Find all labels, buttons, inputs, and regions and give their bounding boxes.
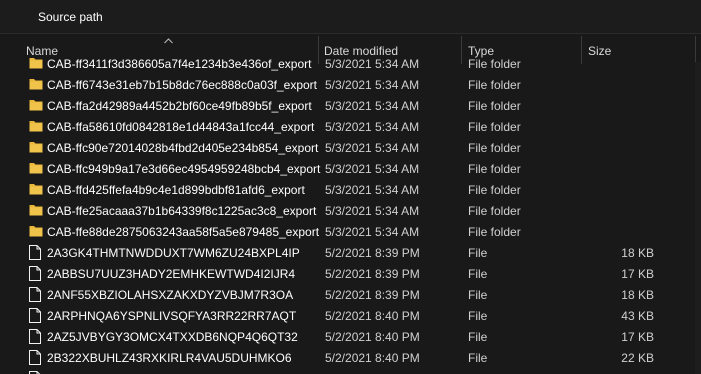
file-size: 18 KB	[621, 246, 654, 260]
file-row[interactable]: 2ANF55XBZIOLAHSXZAKXDYZVBJM7R3OA 5/2/2021…	[0, 284, 701, 305]
date-modified: 5/2/2021 8:40 PM	[325, 351, 420, 365]
file-row[interactable]: 2A3GK4THMTNWDDUXT7WM6ZU24BXPL4IP 5/2/2021…	[0, 242, 701, 263]
file-size: 43 KB	[621, 309, 654, 323]
file-name: CAB-ff3411f3d386605a7f4e1234b3e436of_exp…	[47, 58, 312, 71]
file-type: File	[468, 267, 488, 281]
title-divider	[0, 33, 701, 34]
file-row[interactable]: 2AZ5JVBYGY3OMCX4TXXDB6NQP4Q6QT32 5/2/2021…	[0, 326, 701, 347]
file-type: File folder	[468, 225, 521, 239]
file-row[interactable]: CAB-ffa58610fd0842818e1d44843a1fcc44_exp…	[0, 116, 701, 137]
file-icon	[29, 308, 43, 323]
date-modified: 5/2/2021 8:39 PM	[325, 267, 420, 281]
file-name: 2B322XBUHLZ43RXKIRLR4VAU5DUHMKO6	[47, 351, 292, 365]
file-type: File	[468, 351, 488, 365]
file-type: File folder	[468, 78, 521, 92]
date-modified: 5/3/2021 5:34 AM	[325, 58, 420, 71]
file-type: File folder	[468, 204, 521, 218]
column-header-name[interactable]: Name	[26, 44, 58, 58]
date-modified: 5/3/2021 5:34 AM	[325, 99, 420, 113]
file-row[interactable]: CAB-ff3411f3d386605a7f4e1234b3e436of_exp…	[0, 58, 701, 74]
file-type: File	[468, 288, 488, 302]
file-icon	[29, 287, 43, 302]
file-type: File folder	[468, 120, 521, 134]
file-name: CAB-ffe25acaaa37b1b64339f8c1225ac3c8_exp…	[47, 204, 317, 218]
file-icon	[29, 329, 43, 344]
date-modified: 5/2/2021 8:39 PM	[325, 246, 420, 260]
folder-icon	[29, 140, 43, 155]
date-modified: 5/3/2021 5:34 AM	[325, 120, 420, 134]
file-icon	[29, 266, 43, 281]
file-name: CAB-ffc90e72014028b4fbd2d405e234b854_exp…	[47, 141, 319, 155]
folder-icon	[29, 161, 43, 176]
folder-icon	[29, 58, 43, 71]
column-header-size[interactable]: Size	[588, 44, 611, 58]
window-title: Source path	[38, 10, 103, 24]
file-row[interactable]: CAB-ffc90e72014028b4fbd2d405e234b854_exp…	[0, 137, 701, 158]
file-row[interactable]	[0, 368, 701, 374]
date-modified: 5/2/2021 8:40 PM	[325, 330, 420, 344]
file-name: 2ANF55XBZIOLAHSXZAKXDYZVBJM7R3OA	[47, 288, 294, 302]
file-name: 2AZ5JVBYGY3OMCX4TXXDB6NQP4Q6QT32	[47, 330, 298, 344]
file-size: 17 KB	[621, 267, 654, 281]
file-type: File	[468, 330, 488, 344]
file-type: File folder	[468, 162, 521, 176]
file-name: CAB-ffa2d42989a4452b2bf60ce49fb89b5f_exp…	[47, 99, 312, 113]
file-name: CAB-ffd425ffefa4b9c4e1d899bdbf81afd6_exp…	[47, 183, 305, 197]
folder-icon	[29, 203, 43, 218]
file-type: File	[468, 309, 488, 323]
file-row[interactable]: CAB-ff6743e31eb7b15b8dc76ec888c0a03f_exp…	[0, 74, 701, 95]
file-size: 17 KB	[621, 330, 654, 344]
file-icon	[29, 350, 43, 365]
file-row[interactable]: 2B322XBUHLZ43RXKIRLR4VAU5DUHMKO6 5/2/2021…	[0, 347, 701, 368]
file-type: File folder	[468, 141, 521, 155]
sort-ascending-icon	[164, 38, 173, 44]
file-list: CAB-ff3411f3d386605a7f4e1234b3e436of_exp…	[0, 58, 701, 374]
file-icon	[29, 245, 43, 260]
date-modified: 5/2/2021 8:40 PM	[325, 309, 420, 323]
file-row[interactable]: CAB-ffe88de2875063243aa58f5a5e879485_exp…	[0, 221, 701, 242]
column-header-date-modified[interactable]: Date modified	[324, 44, 398, 58]
file-name: 2ARPHNQA6YSPNLIVSQFYA3RR22RR7AQT	[47, 309, 297, 323]
folder-icon	[29, 77, 43, 92]
file-type: File folder	[468, 183, 521, 197]
date-modified: 5/3/2021 5:34 AM	[325, 183, 420, 197]
file-row[interactable]: 2ARPHNQA6YSPNLIVSQFYA3RR22RR7AQT 5/2/2021…	[0, 305, 701, 326]
file-row[interactable]: CAB-ffa2d42989a4452b2bf60ce49fb89b5f_exp…	[0, 95, 701, 116]
file-row[interactable]: CAB-ffc949b9a17e3d66ec4954959248bcb4_exp…	[0, 158, 701, 179]
file-name: 2ABBSU7UUZ3HADY2EMHKEWTWD4I2IJR4	[47, 267, 296, 281]
folder-icon	[29, 119, 43, 134]
column-header-type[interactable]: Type	[468, 44, 494, 58]
file-row[interactable]: 2ABBSU7UUZ3HADY2EMHKEWTWD4I2IJR4 5/2/2021…	[0, 263, 701, 284]
file-row[interactable]: CAB-ffd425ffefa4b9c4e1d899bdbf81afd6_exp…	[0, 179, 701, 200]
file-size: 18 KB	[621, 288, 654, 302]
date-modified: 5/3/2021 5:34 AM	[325, 162, 420, 176]
file-name: 2A3GK4THMTNWDDUXT7WM6ZU24BXPL4IP	[47, 246, 300, 260]
folder-icon	[29, 224, 43, 239]
file-name: CAB-ffa58610fd0842818e1d44843a1fcc44_exp…	[47, 120, 315, 134]
file-type: File folder	[468, 58, 521, 71]
file-name: CAB-ff6743e31eb7b15b8dc76ec888c0a03f_exp…	[47, 78, 317, 92]
file-type: File folder	[468, 99, 521, 113]
folder-icon	[29, 98, 43, 113]
folder-icon	[29, 182, 43, 197]
file-name: CAB-ffc949b9a17e3d66ec4954959248bcb4_exp…	[47, 162, 321, 176]
date-modified: 5/3/2021 5:34 AM	[325, 225, 420, 239]
file-type: File	[468, 246, 488, 260]
date-modified: 5/3/2021 5:34 AM	[325, 204, 420, 218]
file-size: 22 KB	[621, 351, 654, 365]
date-modified: 5/3/2021 5:34 AM	[325, 78, 420, 92]
title-bar: Source path	[0, 0, 701, 34]
vertical-scrollbar[interactable]	[695, 62, 701, 374]
date-modified: 5/2/2021 8:39 PM	[325, 288, 420, 302]
file-name: CAB-ffe88de2875063243aa58f5a5e879485_exp…	[47, 225, 320, 239]
file-row[interactable]: CAB-ffe25acaaa37b1b64339f8c1225ac3c8_exp…	[0, 200, 701, 221]
date-modified: 5/3/2021 5:34 AM	[325, 141, 420, 155]
